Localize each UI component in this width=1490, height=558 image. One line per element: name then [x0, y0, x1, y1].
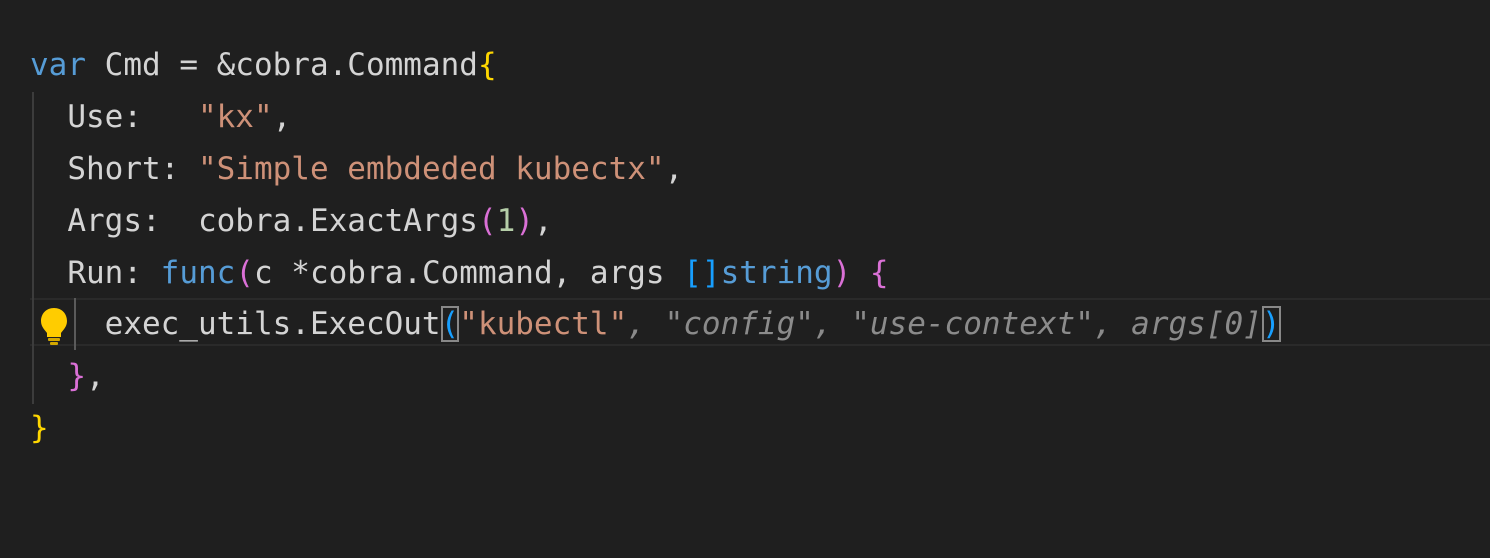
bracket-open-paren: ( — [235, 255, 254, 291]
token-string-type: string — [720, 255, 833, 291]
token-comma: , — [86, 358, 105, 394]
token-args-key: Args: cobra.ExactArgs — [67, 203, 478, 239]
bracket-open-brace: { — [869, 255, 889, 291]
token-comma: , — [664, 151, 684, 187]
token-comma: , — [272, 99, 292, 135]
token-run-key: Run: — [67, 255, 161, 291]
token-short-value: "Simple embdeded kubectx" — [197, 151, 665, 187]
lightbulb-icon[interactable] — [38, 306, 70, 346]
bracket-square: [] — [683, 255, 721, 291]
code-line-5[interactable]: Run: func(c *cobra.Command, args []strin… — [0, 247, 1490, 299]
token-number: 1 — [496, 203, 516, 239]
token-exec-call: exec_utils.ExecOut — [104, 306, 441, 342]
token-params: c *cobra.Command, args — [253, 255, 684, 291]
token-use-value: "kx" — [197, 99, 273, 135]
token-kubectl-string: "kubectl" — [459, 306, 628, 342]
bracket-close-paren-matched: ) — [1261, 306, 1281, 342]
bracket-close-brace: } — [67, 358, 86, 394]
code-line-8[interactable]: } — [0, 402, 1490, 454]
code-line-7[interactable]: }, — [0, 350, 1490, 402]
bracket-open-paren-matched: ( — [440, 306, 460, 342]
inline-suggestion[interactable]: , "config", "use-context", args[0] — [627, 306, 1262, 342]
bracket-open-paren: ( — [477, 203, 497, 239]
token-cmd-decl: Cmd = &cobra.Command — [86, 47, 478, 83]
bracket-close-paren: ) — [832, 255, 852, 291]
code-editor[interactable]: var Cmd = &cobra.Command{ Use: "kx", Sho… — [0, 0, 1490, 494]
code-line-4[interactable]: Args: cobra.ExactArgs(1), — [0, 195, 1490, 247]
token-use-key: Use: — [67, 99, 198, 135]
bracket-close-brace: } — [30, 410, 49, 446]
code-line-2[interactable]: Use: "kx", — [0, 91, 1490, 143]
code-line-6[interactable]: exec_utils.ExecOut("kubectl", "config", … — [0, 298, 1490, 350]
bracket-open-brace: { — [477, 47, 497, 83]
token-func: func — [160, 255, 236, 291]
token-short-key: Short: — [67, 151, 198, 187]
bracket-close-paren: ) — [515, 203, 534, 239]
code-line-3[interactable]: Short: "Simple embdeded kubectx", — [0, 143, 1490, 195]
code-line-1[interactable]: var Cmd = &cobra.Command{ — [0, 39, 1490, 91]
token-comma: , — [533, 203, 553, 239]
token-var: var — [30, 47, 86, 83]
